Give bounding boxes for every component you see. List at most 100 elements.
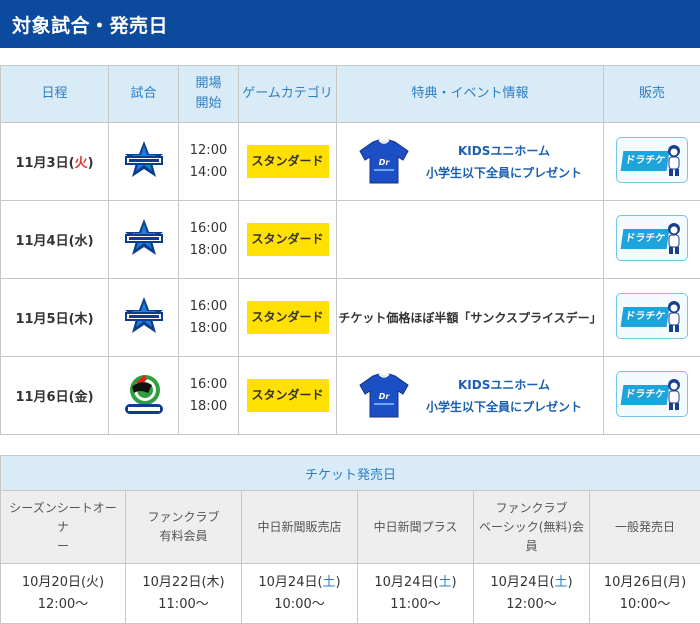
category-cell: スタンダード	[239, 357, 337, 435]
opponent-cell	[109, 123, 179, 201]
game-row: 11月3日(火)12:0014:00スタンダードDrKIDSユニホーム小学生以下…	[1, 123, 700, 201]
sale-weekday: 土	[323, 575, 336, 590]
sale-time: 10:00〜	[590, 594, 700, 616]
time-cell: 12:0014:00	[179, 123, 239, 201]
sale-weekday: 土	[555, 575, 568, 590]
event-line1: KIDSユニホーム	[426, 140, 582, 162]
sale-date: 10月24日(土)	[358, 572, 473, 594]
open-time: 16:00	[179, 296, 238, 318]
game-date-cell: 11月5日(木)	[1, 279, 109, 357]
header-sale: 販売	[604, 66, 700, 123]
sale-date-row: 10月20日(火)12:00〜10月22日(木)11:00〜10月24日(土)1…	[1, 564, 700, 624]
game-date: 11月5日(木)	[15, 312, 93, 327]
svg-text:Dr: Dr	[379, 392, 391, 401]
event-info[interactable]: KIDSユニホーム小学生以下全員にプレゼント	[426, 374, 582, 418]
date-suffix: )	[88, 390, 94, 405]
sale-time: 11:00〜	[126, 594, 241, 616]
category-badge[interactable]: スタンダード	[247, 301, 329, 334]
sale-date: 10月26日(月)	[590, 572, 700, 594]
sale-header-line: 有料会員	[130, 527, 237, 546]
sale-weekday: 火	[86, 575, 99, 590]
dora-mascot-icon	[665, 222, 683, 256]
open-time: 16:00	[179, 218, 238, 240]
header-date: 日程	[1, 66, 109, 123]
sale-cell: ドラチケ	[604, 201, 700, 279]
event-info[interactable]: KIDSユニホーム小学生以下全員にプレゼント	[426, 140, 582, 184]
sale-time: 10:00〜	[242, 594, 357, 616]
dora-ticket-label: ドラチケ	[621, 229, 670, 249]
sale-weekday: 木	[207, 575, 220, 590]
game-date-cell: 11月4日(水)	[1, 201, 109, 279]
game-date: 11月4日(水)	[15, 234, 93, 249]
open-time: 12:00	[179, 140, 238, 162]
sale-time: 11:00〜	[358, 594, 473, 616]
date-prefix: 11月5日(	[15, 312, 74, 327]
event-cell	[337, 201, 604, 279]
event-line1: KIDSユニホーム	[426, 374, 582, 396]
games-header-row: 日程 試合 開場 開始 ゲームカテゴリ 特典・イベント情報 販売	[1, 66, 700, 123]
date-suffix: )	[88, 156, 94, 171]
start-time: 18:00	[179, 396, 238, 418]
game-date: 11月3日(火)	[15, 156, 93, 171]
kids-uniform-icon: Dr	[358, 373, 410, 419]
sale-header-cell: ファンクラブベーシック(無料)会員	[474, 491, 590, 564]
sale-time: 12:00〜	[474, 594, 589, 616]
game-row: 11月5日(木)16:0018:00スタンダードチケット価格ほぼ半額「サンクスプ…	[1, 279, 700, 357]
sale-header-line: シーズンシートオーナ	[5, 499, 121, 537]
sale-date: 10月22日(木)	[126, 572, 241, 594]
game-row: 11月4日(水) 16:0018:00 スタンダード ドラチケ	[1, 201, 700, 279]
game-date: 11月6日(金)	[15, 390, 93, 405]
dora-ticket-button[interactable]: ドラチケ	[616, 293, 688, 339]
category-cell: スタンダード	[239, 279, 337, 357]
header-category: ゲームカテゴリ	[239, 66, 337, 123]
weekday: 火	[75, 156, 88, 171]
dora-ticket-button[interactable]: ドラチケ	[616, 215, 688, 261]
dora-ticket-button[interactable]: ドラチケ	[616, 137, 688, 183]
weekday: 水	[75, 234, 88, 249]
baystars-logo-icon	[121, 218, 167, 258]
dora-ticket-button[interactable]: ドラチケ	[616, 371, 688, 417]
sale-dates-table: チケット発売日 シーズンシートオーナーファンクラブ有料会員中日新聞販売店中日新聞…	[0, 455, 700, 624]
start-time: 18:00	[179, 240, 238, 262]
sale-time: 12:00〜	[1, 594, 125, 616]
sale-cell: ドラチケ	[604, 357, 700, 435]
game-date-cell: 11月6日(金)	[1, 357, 109, 435]
sale-header-line: ベーシック(無料)会	[478, 518, 585, 537]
sale-header-cell: 中日新聞プラス	[358, 491, 474, 564]
header-game: 試合	[109, 66, 179, 123]
sale-header-cell: 中日新聞販売店	[242, 491, 358, 564]
sale-cell: ドラチケ	[604, 279, 700, 357]
swallows-logo-icon	[122, 371, 166, 417]
time-cell: 16:0018:00	[179, 357, 239, 435]
category-badge[interactable]: スタンダード	[247, 145, 329, 178]
event-line2: 小学生以下全員にプレゼント	[426, 396, 582, 418]
section-header: 対象試合・発売日	[0, 0, 700, 48]
sale-header-line: 中日新聞販売店	[246, 518, 353, 537]
opponent-cell	[109, 357, 179, 435]
header-open-start: 開場 開始	[179, 66, 239, 123]
dora-ticket-label: ドラチケ	[621, 385, 670, 405]
category-badge[interactable]: スタンダード	[247, 223, 329, 256]
sale-date: 10月20日(火)	[1, 572, 125, 594]
sale-header-line: ファンクラブ	[130, 508, 237, 527]
category-badge[interactable]: スタンダード	[247, 379, 329, 412]
sale-table-title: チケット発売日	[1, 456, 700, 491]
sale-date-cell: 10月24日(土)11:00〜	[358, 564, 474, 624]
dora-ticket-label: ドラチケ	[621, 151, 670, 171]
weekday: 金	[75, 390, 88, 405]
sale-date: 10月24日(土)	[242, 572, 357, 594]
dora-mascot-icon	[665, 300, 683, 334]
baystars-logo-icon	[121, 296, 167, 336]
sale-header-cell: シーズンシートオーナー	[1, 491, 126, 564]
sale-date-cell: 10月24日(土)10:00〜	[242, 564, 358, 624]
opponent-cell	[109, 279, 179, 357]
sale-header-line: 中日新聞プラス	[362, 518, 469, 537]
time-cell: 16:0018:00	[179, 279, 239, 357]
sale-weekday: 土	[439, 575, 452, 590]
weekday: 木	[75, 312, 88, 327]
games-table: 日程 試合 開場 開始 ゲームカテゴリ 特典・イベント情報 販売 11月3日(火…	[0, 65, 700, 435]
sale-date-cell: 10月22日(木)11:00〜	[126, 564, 242, 624]
sale-date-cell: 10月24日(土)12:00〜	[474, 564, 590, 624]
sale-header-row: シーズンシートオーナーファンクラブ有料会員中日新聞販売店中日新聞プラスファンクラ…	[1, 491, 700, 564]
sale-header-cell: ファンクラブ有料会員	[126, 491, 242, 564]
